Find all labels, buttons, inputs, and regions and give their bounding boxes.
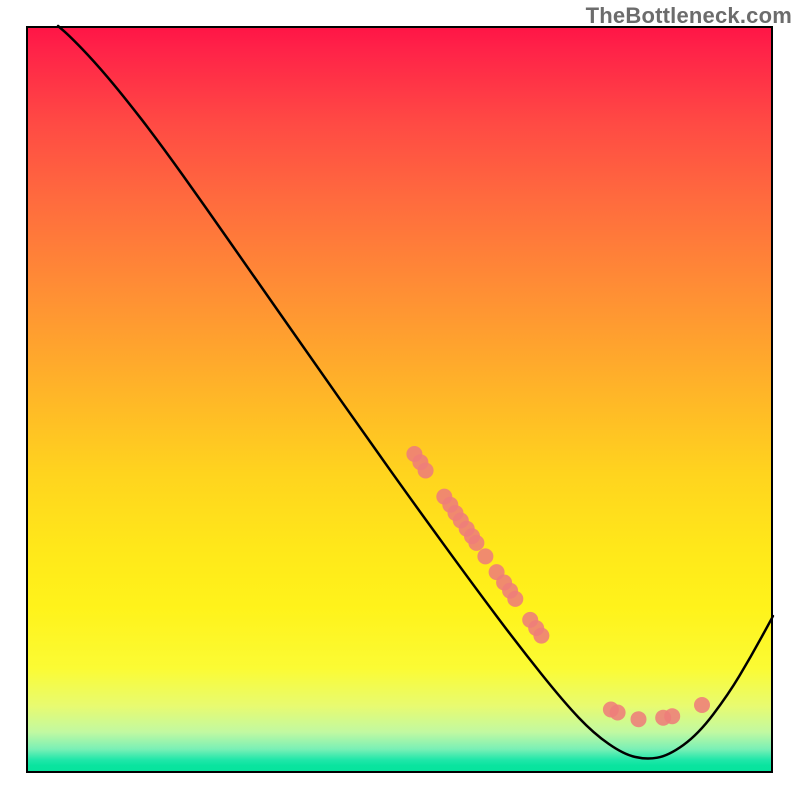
data-point [418, 463, 434, 479]
data-point [694, 697, 710, 713]
data-point [507, 591, 523, 607]
plot-area [26, 26, 773, 773]
chart-stage: TheBottleneck.com [0, 0, 800, 800]
chart-svg [26, 26, 773, 773]
data-point [533, 628, 549, 644]
data-point [664, 708, 680, 724]
data-point [468, 535, 484, 551]
data-point [631, 711, 647, 727]
data-point [477, 548, 493, 564]
data-points-group [406, 446, 710, 727]
bottleneck-curve [58, 26, 773, 758]
data-point [610, 705, 626, 721]
